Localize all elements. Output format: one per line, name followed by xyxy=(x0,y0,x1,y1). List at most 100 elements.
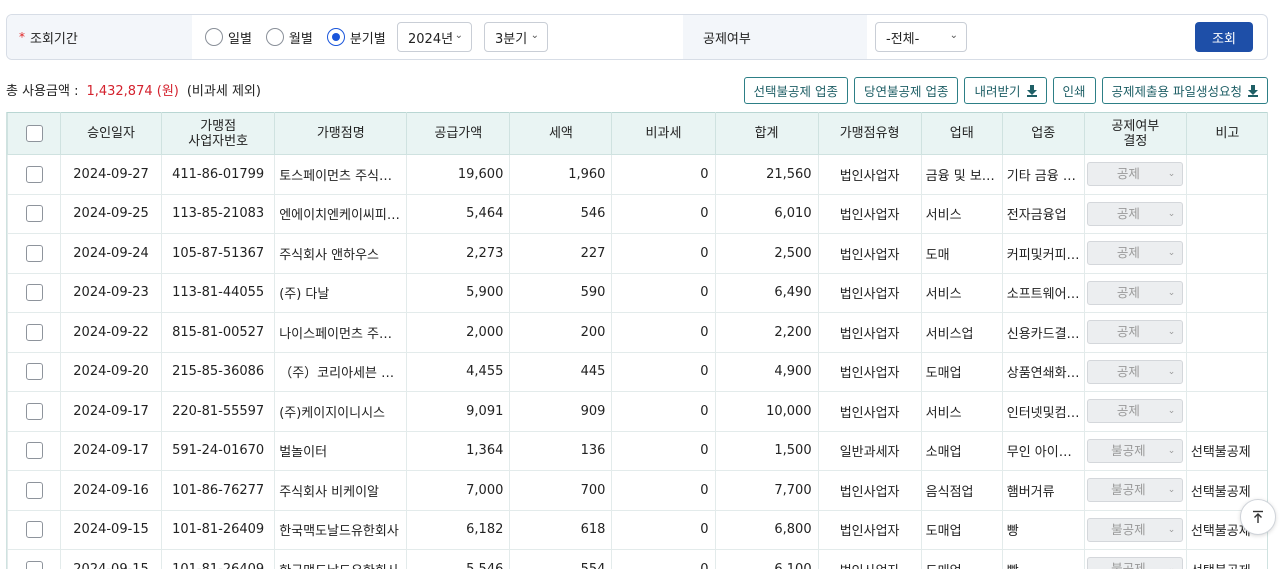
col-store-name[interactable]: 가맹점명 xyxy=(274,112,408,155)
radio-quarterly[interactable]: 분기별 xyxy=(326,28,386,47)
radio-monthly[interactable]: 월별 xyxy=(265,28,313,47)
row-select-cell xyxy=(7,549,62,569)
nontax-cell: 0 xyxy=(611,233,716,274)
deduction-row-select[interactable]: 공제 ⌄ xyxy=(1087,320,1184,345)
col-approval-date[interactable]: 승인일자 xyxy=(60,112,163,155)
nontax-cell: 0 xyxy=(611,509,716,550)
deduction-row-select[interactable]: 불공제 ⌄ xyxy=(1087,517,1184,542)
store-type-cell: 법인사업자 xyxy=(817,509,922,550)
total-cell: 4,900 xyxy=(714,351,819,392)
store-name-cell: 주식회사 앤하우스 xyxy=(274,233,408,274)
col-tax[interactable]: 세액 xyxy=(509,112,613,155)
biz-no-cell: 215-85-36086 xyxy=(161,351,276,392)
optional-nondeductible-industry-button[interactable]: 선택불공제 업종 xyxy=(743,77,848,104)
deduction-row-select[interactable]: 불공제 ⌄ xyxy=(1087,557,1184,569)
row-checkbox[interactable] xyxy=(25,323,43,341)
deduction-row-select[interactable]: 공제 ⌄ xyxy=(1087,241,1184,266)
year-select[interactable]: 2024년 ⌄ xyxy=(397,22,472,52)
quarter-select[interactable]: 3분기 ⌄ xyxy=(484,22,548,52)
deduction-row-select[interactable]: 불공제 ⌄ xyxy=(1087,478,1184,503)
select-all-checkbox[interactable] xyxy=(25,125,43,142)
transactions-table-container[interactable]: 승인일자 가맹점 사업자번호 가맹점명 공급가액 세액 비과세 합계 가맹점유형 … xyxy=(6,112,1268,569)
deduction-row-select[interactable]: 공제 ⌄ xyxy=(1087,399,1184,424)
row-checkbox[interactable] xyxy=(25,363,43,381)
scroll-top-button[interactable] xyxy=(1240,499,1276,535)
table-row[interactable]: 2024-09-23 113-81-44055 (주) 다날 5,900 590 0 6,4… xyxy=(7,272,1267,313)
radio-quarterly-label: 분기별 xyxy=(349,31,386,47)
col-deduction[interactable]: 공제여부 결정 xyxy=(1083,112,1187,155)
table-row[interactable]: 2024-09-15101-81-26409한국맥도날드유한회사5,546554… xyxy=(7,549,1267,569)
row-select-cell xyxy=(7,391,62,432)
remarks-cell xyxy=(1185,193,1267,234)
table-row[interactable]: 2024-09-17 220-81-55597 (주)케이지이니시스 9,091 909… xyxy=(7,391,1267,432)
table-row[interactable]: 2024-09-24 105-87-51367 주식회사 앤하우스 2,273 227 0… xyxy=(7,233,1267,274)
create-submission-file-button[interactable]: 공제제출용 파일생성요청 xyxy=(1101,77,1268,104)
approval-date-cell: 2024-09-20 xyxy=(60,351,163,392)
col-total[interactable]: 합계 xyxy=(714,112,819,155)
col-business-type[interactable]: 업태 xyxy=(920,112,1003,155)
radio-quarterly-circle[interactable] xyxy=(326,28,345,46)
chevron-down-icon: ⌄ xyxy=(530,30,539,41)
deduction-row-value: 불공제 xyxy=(1111,521,1146,537)
radio-daily[interactable]: 일별 xyxy=(205,28,252,47)
row-checkbox[interactable] xyxy=(25,402,43,420)
radio-monthly-circle[interactable] xyxy=(265,28,284,46)
deduction-cell: 공제 ⌄ xyxy=(1083,312,1187,353)
table-row[interactable]: 2024-09-16 101-86-76277 주식회사 비케이알 7,000 700 0… xyxy=(7,470,1267,511)
industry-cell: 무인 아이스크림 xyxy=(1001,430,1085,471)
col-remarks[interactable]: 비고 xyxy=(1185,112,1267,155)
deduction-row-select[interactable]: 공제 ⌄ xyxy=(1087,162,1184,187)
table-row[interactable]: 2024-09-25113-85-21083엔에이치엔케이씨피 주식회사5,46… xyxy=(7,193,1267,234)
row-checkbox[interactable] xyxy=(25,521,43,539)
industry-cell: 빵 xyxy=(1001,509,1085,550)
business-type-cell: 서비스 xyxy=(920,272,1003,313)
radio-daily-circle[interactable] xyxy=(205,28,223,46)
deduction-row-select[interactable]: 불공제 ⌄ xyxy=(1087,438,1184,463)
chevron-down-icon: ⌄ xyxy=(1167,485,1176,496)
summary-note: (비과세 제외) xyxy=(186,84,261,99)
store-type-cell: 법인사업자 xyxy=(817,272,922,313)
row-checkbox[interactable] xyxy=(25,560,43,569)
download-button[interactable]: 내려받기 xyxy=(964,77,1047,104)
remarks-cell: 선택불공제 xyxy=(1185,549,1267,569)
row-checkbox[interactable] xyxy=(25,165,43,183)
print-button[interactable]: 인쇄 xyxy=(1052,77,1096,104)
table-row[interactable]: 2024-09-17 591-24-01670 벌놀이터 1,364 136 0 1,500… xyxy=(7,430,1267,471)
deduction-row-select[interactable]: 공제 ⌄ xyxy=(1087,280,1184,305)
deduction-row-value: 불공제 xyxy=(1111,561,1146,569)
col-deduction-line2: 결정 xyxy=(1123,133,1148,149)
row-select-cell xyxy=(7,351,62,392)
mandatory-nondeductible-industry-button[interactable]: 당연불공제 업종 xyxy=(854,77,959,104)
col-biz-no[interactable]: 가맹점 사업자번호 xyxy=(161,112,276,155)
chevron-down-icon: ⌄ xyxy=(454,30,463,41)
download-icon xyxy=(1248,84,1258,97)
col-nontax[interactable]: 비과세 xyxy=(611,112,716,155)
business-type-cell: 서비스업 xyxy=(920,312,1003,353)
deduction-row-select[interactable]: 공제 ⌄ xyxy=(1087,359,1184,384)
row-select-cell xyxy=(7,272,62,313)
table-row[interactable]: 2024-09-15 101-81-26409 한국맥도날드유한회사 6,182 618… xyxy=(7,509,1267,550)
biz-no-cell: 113-85-21083 xyxy=(161,193,276,234)
tax-cell: 227 xyxy=(509,233,613,274)
button-label: 내려받기 xyxy=(974,84,1021,99)
nontax-cell: 0 xyxy=(611,272,716,313)
row-checkbox[interactable] xyxy=(25,481,43,499)
table-row[interactable]: 2024-09-27 411-86-01799 토스페이먼츠 주식회사 19,600 1… xyxy=(7,154,1267,195)
row-checkbox[interactable] xyxy=(25,284,43,302)
table-row[interactable]: 2024-09-20 215-85-36086 （주）코리아세븐 본사 4,455 44… xyxy=(7,351,1267,392)
deduction-label-cell: 공제여부 xyxy=(683,15,867,59)
row-checkbox[interactable] xyxy=(25,205,43,223)
col-supply-amount[interactable]: 공급가액 xyxy=(406,112,511,155)
deduction-row-select[interactable]: 공제 ⌄ xyxy=(1087,201,1184,226)
period-label: 조회기간 xyxy=(30,31,78,47)
deduction-select[interactable]: -전체- ⌄ xyxy=(875,22,967,52)
search-button[interactable]: 조회 xyxy=(1195,22,1253,52)
row-checkbox[interactable] xyxy=(25,244,43,262)
col-store-type[interactable]: 가맹점유형 xyxy=(817,112,922,155)
table-row[interactable]: 2024-09-22 815-81-00527 나이스페이먼츠 주식회사 2,000 2… xyxy=(7,312,1267,353)
row-checkbox[interactable] xyxy=(25,442,43,460)
deduction-row-value: 불공제 xyxy=(1111,482,1146,498)
store-name-cell: 엔에이치엔케이씨피 주식회사 xyxy=(274,193,408,234)
tax-cell: 590 xyxy=(509,272,613,313)
col-industry[interactable]: 업종 xyxy=(1001,112,1085,155)
